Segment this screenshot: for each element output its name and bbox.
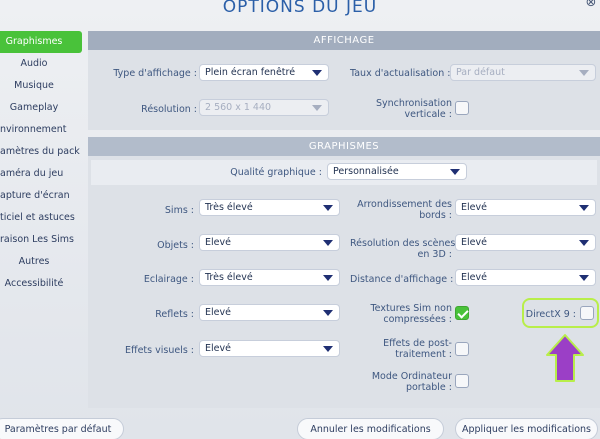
mode-portable-label-1: Mode Ordinateur <box>371 371 452 382</box>
objets-value: Elevé <box>205 237 231 248</box>
eclairage-label: Eclairage : <box>143 274 194 285</box>
apply-changes-button[interactable]: Appliquer les modifications <box>455 418 598 439</box>
post-traitement-checkbox[interactable] <box>455 342 469 356</box>
textures-sim-label-2: compressées : <box>383 314 452 325</box>
mode-portable-checkbox[interactable] <box>455 374 469 388</box>
type-affichage-label: Type d'affichage : <box>113 68 197 79</box>
sidebar-item-livraison[interactable]: raison Les Sims <box>0 229 82 251</box>
post-traitement-label-2: traitement : <box>395 349 452 360</box>
effets-visuels-dropdown[interactable]: Elevé <box>199 340 340 357</box>
qualite-graphique-dropdown[interactable]: Personnalisée <box>327 163 467 180</box>
sidebar-item-musique[interactable]: Musique <box>0 75 82 97</box>
sidebar-item-graphismes[interactable]: Graphismes <box>0 31 82 53</box>
chevron-down-icon <box>323 275 333 281</box>
sidebar-item-autres[interactable]: Autres <box>0 251 82 273</box>
type-affichage-value: Plein écran fenêtré <box>205 67 296 78</box>
qualite-graphique-label: Qualité graphique : <box>230 167 322 178</box>
post-traitement-label-1: Effets de post- <box>383 338 452 349</box>
distance-affichage-label: Distance d'affichage : <box>350 274 454 285</box>
objets-label: Objets : <box>157 240 194 251</box>
affichage-panel: AFFICHAGE Type d'affichage : Plein écran… <box>88 31 600 130</box>
qualite-graphique-row: Qualité graphique : Personnalisée <box>91 160 597 185</box>
mode-portable-label-2: portable : <box>405 382 452 393</box>
objets-dropdown[interactable]: Elevé <box>199 234 340 251</box>
taux-actualisation-label: Taux d'actualisation : <box>350 68 451 79</box>
resolution-scenes-dropdown[interactable]: Elevé <box>455 234 596 251</box>
sidebar-item-camera[interactable]: améra du jeu <box>0 163 82 185</box>
eclairage-dropdown[interactable]: Très élevé <box>199 269 340 286</box>
textures-sim-label-1: Textures Sim non <box>370 303 452 314</box>
cancel-changes-button[interactable]: Annuler les modifications <box>297 418 444 439</box>
effets-visuels-label: Effets visuels : <box>125 345 194 356</box>
sims-value: Très élevé <box>205 202 253 213</box>
sims-dropdown[interactable]: Très élevé <box>199 199 340 216</box>
graphismes-header: GRAPHISMES <box>88 137 600 156</box>
resolution-scenes-label-1: Résolution des scènes <box>350 238 456 249</box>
resolution-scenes-value: Elevé <box>461 237 487 248</box>
resolution-scenes-label-2: en 3D : <box>417 249 452 260</box>
resolution-dropdown[interactable]: 2 560 x 1 440 <box>199 99 329 116</box>
arrondissement-value: Elevé <box>461 202 487 213</box>
sidebar-item-didacticiel[interactable]: ticiel et astuces <box>0 207 82 229</box>
chevron-down-icon <box>323 240 333 246</box>
reflets-value: Elevé <box>205 307 231 318</box>
taux-actualisation-dropdown[interactable]: Par défaut <box>450 64 596 81</box>
window-title: OPTIONS DU JEU <box>222 0 378 17</box>
qualite-graphique-value: Personnalisée <box>333 166 399 177</box>
chevron-down-icon <box>323 310 333 316</box>
sidebar-item-audio[interactable]: Audio <box>0 53 82 75</box>
resolution-value: 2 560 x 1 440 <box>205 102 272 113</box>
eclairage-value: Très élevé <box>205 272 253 283</box>
sidebar-item-gameplay[interactable]: Gameplay <box>0 97 82 119</box>
up-arrow-icon <box>546 334 584 382</box>
chevron-down-icon <box>323 205 333 211</box>
effets-visuels-value: Elevé <box>205 343 231 354</box>
arrondissement-label-1: Arrondissement des <box>357 199 452 210</box>
type-affichage-dropdown[interactable]: Plein écran fenêtré <box>199 64 329 81</box>
sidebar-item-accessibilite[interactable]: Accessibilité <box>0 273 82 295</box>
sidebar-item-capture[interactable]: apture d'écran <box>0 185 82 207</box>
sidebar-item-environnement[interactable]: nvironnement <box>0 119 82 141</box>
sidebar-item-parametres-pack[interactable]: amètres du pack <box>0 141 82 163</box>
sync-verticale-label-1: Synchronisation <box>375 98 452 109</box>
sync-verticale-checkbox[interactable] <box>455 101 469 115</box>
reflets-label: Reflets : <box>155 309 194 320</box>
arrondissement-label-2: bords : <box>419 210 452 221</box>
chevron-down-icon <box>312 70 322 76</box>
sidebar-nav: Graphismes Audio Musique Gameplay nviron… <box>0 31 82 301</box>
default-settings-button[interactable]: Paramètres par défaut <box>0 418 124 439</box>
sync-verticale-label-2: verticale : <box>404 109 453 120</box>
distance-affichage-value: Elevé <box>461 272 487 283</box>
chevron-down-icon <box>323 346 333 352</box>
arrondissement-dropdown[interactable]: Elevé <box>455 199 596 216</box>
chevron-down-icon <box>579 240 589 246</box>
chevron-down-icon <box>450 169 460 175</box>
distance-affichage-dropdown[interactable]: Elevé <box>455 269 596 286</box>
resolution-label: Résolution : <box>141 104 197 115</box>
sims-label: Sims : <box>164 205 194 216</box>
graphismes-panel: GRAPHISMES Qualité graphique : Personnal… <box>88 137 600 408</box>
chevron-down-icon <box>579 205 589 211</box>
reflets-dropdown[interactable]: Elevé <box>199 304 340 321</box>
chevron-down-icon <box>312 105 322 111</box>
taux-actualisation-value: Par défaut <box>456 67 505 78</box>
chevron-down-icon <box>579 70 589 76</box>
chevron-down-icon <box>579 275 589 281</box>
close-icon[interactable]: ⊗ <box>584 0 598 10</box>
affichage-header: AFFICHAGE <box>88 31 600 50</box>
textures-sim-checkbox[interactable] <box>455 306 469 320</box>
directx9-highlight-box <box>522 298 599 328</box>
